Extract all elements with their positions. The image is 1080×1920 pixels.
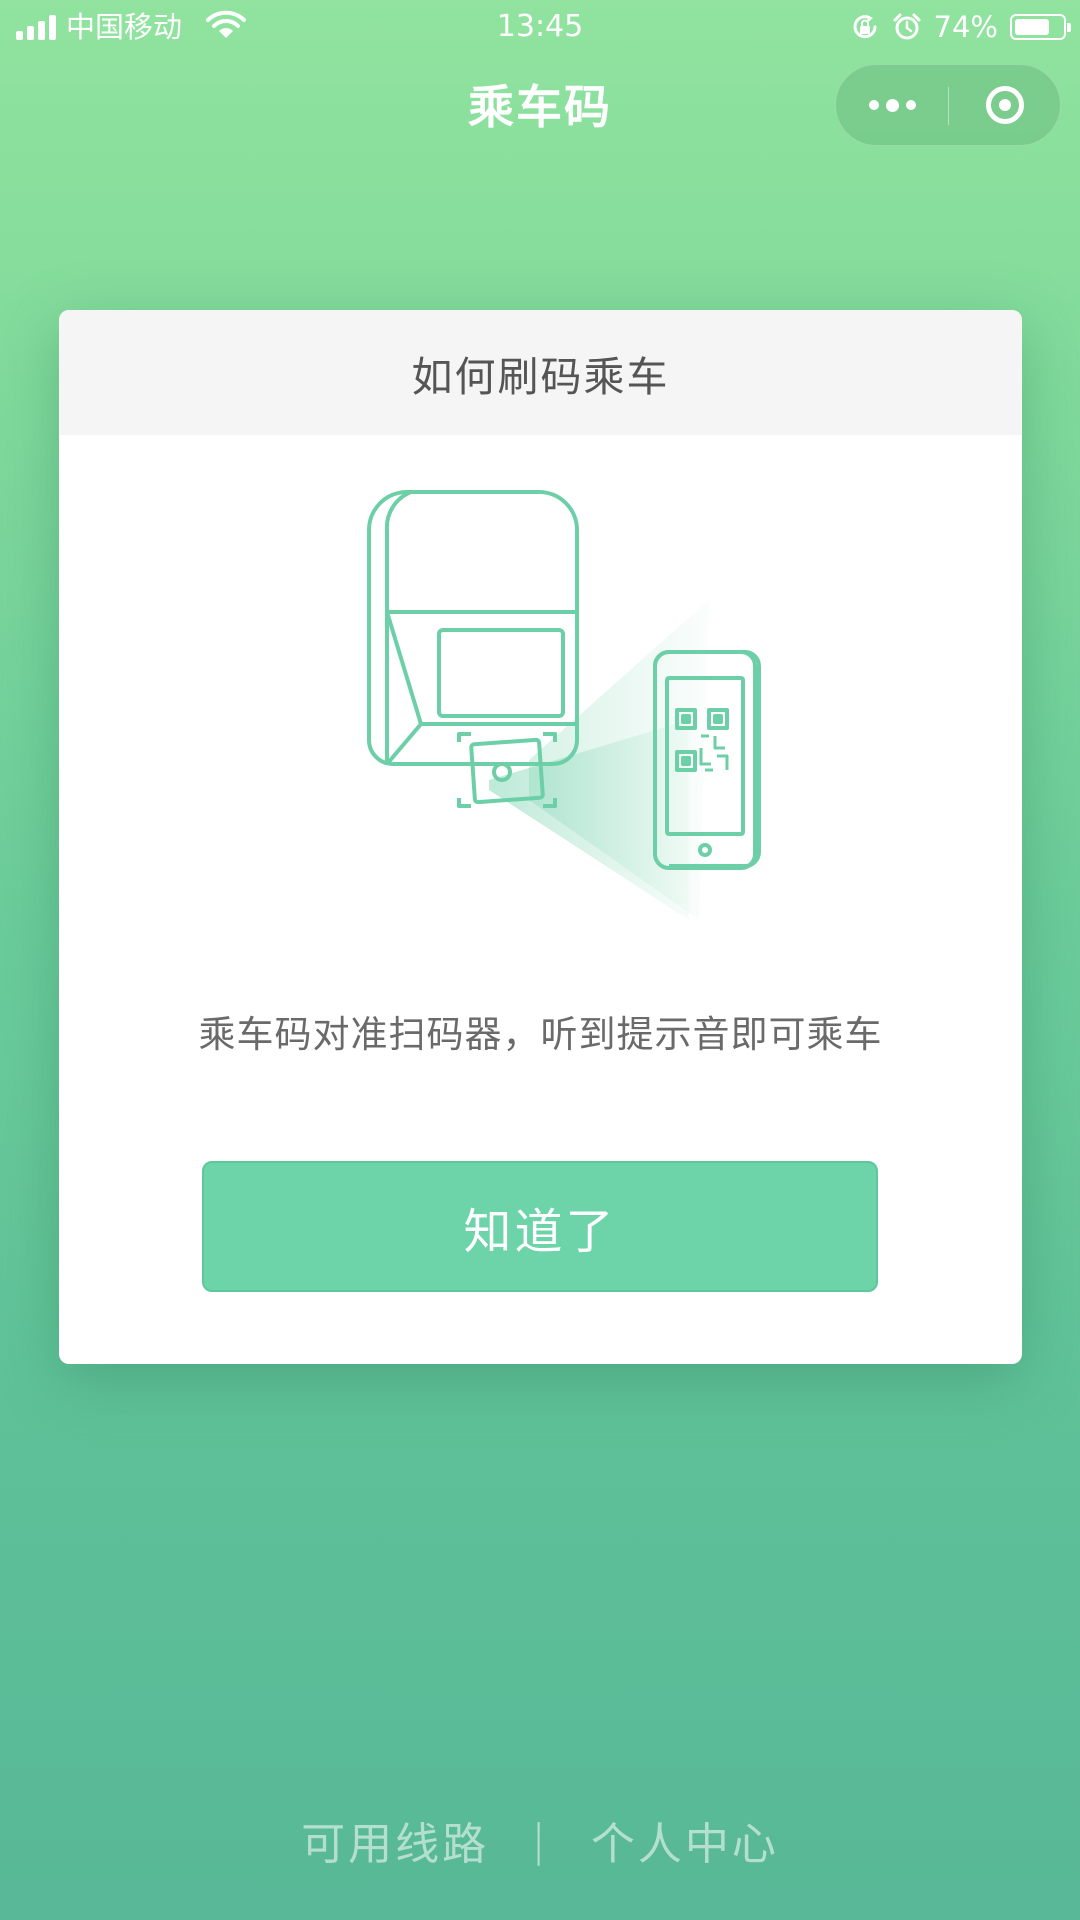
dialog-title: 如何刷码乘车: [411, 352, 670, 401]
battery-percent: 74%: [933, 10, 998, 44]
rotation-lock-icon: [853, 15, 877, 39]
battery-fill: [1015, 19, 1049, 35]
got-it-button[interactable]: 知道了: [202, 1161, 878, 1292]
more-dots-icon: [868, 100, 879, 110]
got-it-label: 知道了: [463, 1203, 617, 1260]
close-button[interactable]: [949, 65, 1061, 145]
alarm-icon: [893, 13, 921, 40]
screen: 中国移动 13:45 74% 乘车码 如何刷码乘车 乘车码对准扫码器，听到提示音…: [0, 0, 1080, 1920]
guide-dialog: 如何刷码乘车 乘车码对准扫码器，听到提示音即可乘车 知道了: [59, 310, 1022, 1364]
available-routes-link[interactable]: 可用线路: [301, 1808, 489, 1872]
more-button[interactable]: [836, 65, 948, 145]
miniprogram-close-icon: [986, 86, 1024, 124]
link-separator: |: [531, 1814, 549, 1866]
instruction-text: 乘车码对准扫码器，听到提示音即可乘车: [198, 1013, 883, 1056]
status-right-group: 74%: [850, 8, 1071, 46]
bottom-links: 可用线路 | 个人中心: [0, 1808, 1080, 1872]
battery-icon: [1010, 14, 1071, 40]
status-bar: 中国移动 13:45 74%: [0, 0, 1080, 54]
miniprogram-capsule: [835, 64, 1061, 146]
scanner-and-phone-qr-illustration: [367, 490, 761, 920]
dialog-header: 如何刷码乘车: [59, 310, 1022, 435]
personal-center-link[interactable]: 个人中心: [591, 1808, 779, 1872]
